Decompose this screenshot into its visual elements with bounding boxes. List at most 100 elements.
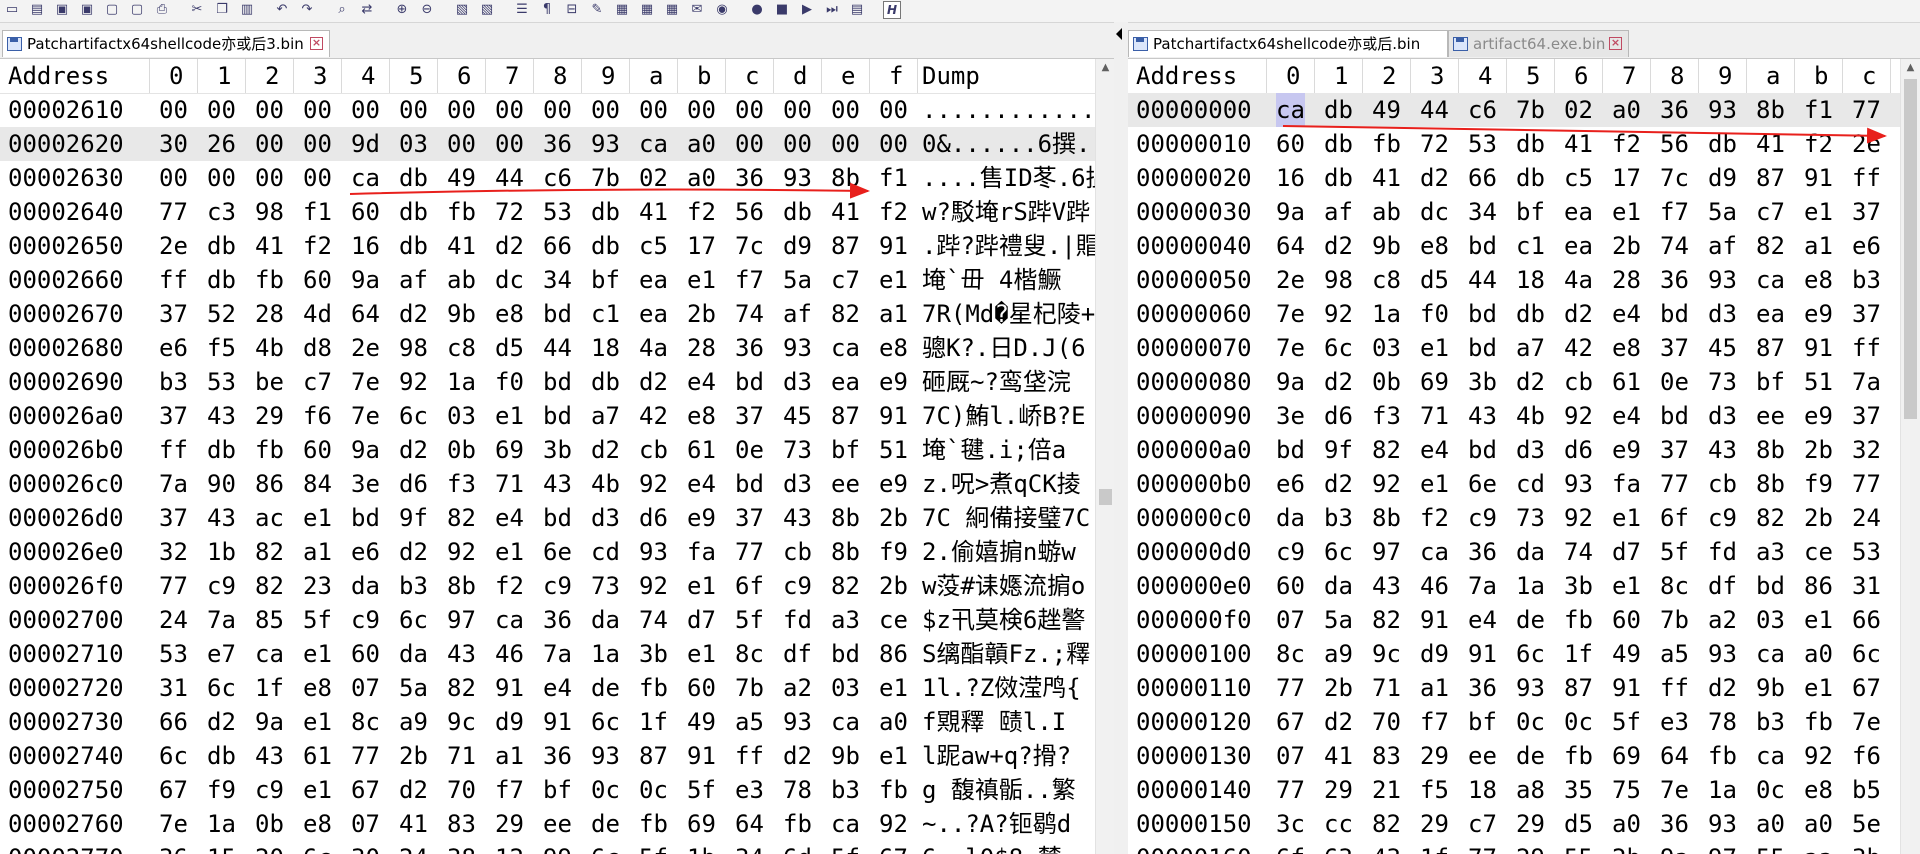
hex-byte[interactable]: 97 bbox=[1708, 841, 1737, 854]
hex-byte[interactable]: 4b bbox=[1516, 399, 1545, 433]
hex-byte[interactable]: 7c bbox=[735, 229, 764, 263]
hex-byte[interactable]: 2b bbox=[1612, 229, 1641, 263]
hex-byte[interactable]: ea bbox=[639, 297, 668, 331]
hex-byte[interactable]: ca bbox=[1756, 739, 1785, 773]
hex-byte[interactable]: e1 bbox=[687, 637, 716, 671]
hex-byte[interactable]: 7b bbox=[735, 671, 764, 705]
hex-byte[interactable]: 97 bbox=[1372, 535, 1401, 569]
hex-row[interactable]: 00002690 b3 53 be c7 7e 92 1a f0 bd db d2 e4 bd d3 ea e9… bbox=[0, 365, 1114, 399]
hex-byte[interactable]: 74 bbox=[1564, 535, 1593, 569]
ascii-dump[interactable]: ....售ID苳.6搵 bbox=[922, 161, 1095, 195]
hex-mode-icon[interactable]: H bbox=[883, 1, 901, 19]
hex-byte[interactable]: 8b bbox=[447, 569, 476, 603]
hex-byte[interactable]: 00 bbox=[159, 93, 188, 127]
hex-byte[interactable]: ee bbox=[831, 467, 860, 501]
export-icon[interactable]: ▦ bbox=[638, 1, 656, 19]
hex-byte[interactable]: a9 bbox=[399, 705, 428, 739]
hex-byte[interactable]: a0 bbox=[1804, 637, 1833, 671]
ascii-dump[interactable]: 1l.?Z傚滢鸤{ bbox=[922, 671, 1095, 705]
hex-byte[interactable]: e1 bbox=[495, 399, 524, 433]
hex-row[interactable]: 00000100 8c a9 9c d9 91 6c 1f 49 a5 93 ca a0 6c bbox=[1128, 637, 1920, 671]
ascii-dump[interactable]: 7C)鮪l.峤B?E bbox=[922, 399, 1095, 433]
hex-byte[interactable]: 18 bbox=[1516, 263, 1545, 297]
hex-byte[interactable]: 16 bbox=[1276, 161, 1305, 195]
hex-byte[interactable]: 93 bbox=[1564, 467, 1593, 501]
paragraph-icon[interactable]: ¶ bbox=[538, 1, 556, 19]
hex-byte[interactable]: be bbox=[255, 365, 284, 399]
hex-byte[interactable]: bd bbox=[1276, 433, 1305, 467]
template-icon[interactable]: ▦ bbox=[613, 1, 631, 19]
hex-byte[interactable]: d2 bbox=[399, 433, 428, 467]
hex-byte[interactable]: e1 bbox=[1804, 671, 1833, 705]
hex-byte[interactable]: a3 bbox=[831, 603, 860, 637]
hex-byte[interactable]: 77 bbox=[1852, 93, 1881, 127]
hex-byte[interactable]: 00 bbox=[735, 127, 764, 161]
hex-byte[interactable]: 00 bbox=[207, 93, 236, 127]
hex-row[interactable]: 00002760 7e 1a 0b e8 07 41 83 29 ee de fb 69 64 fb ca 92… bbox=[0, 807, 1114, 841]
hex-byte[interactable]: 82 bbox=[831, 569, 860, 603]
hex-byte[interactable]: a1 bbox=[879, 297, 908, 331]
hex-byte[interactable]: c6 bbox=[1468, 93, 1497, 127]
hex-byte[interactable]: e1 bbox=[303, 773, 332, 807]
ascii-dump[interactable]: .跸?跸禮叟.|賵 bbox=[922, 229, 1095, 263]
hex-byte[interactable]: ea bbox=[639, 263, 668, 297]
hex-byte[interactable]: 44 bbox=[1420, 93, 1449, 127]
undo-icon[interactable]: ↶ bbox=[273, 1, 291, 19]
hex-byte[interactable]: dc bbox=[1420, 195, 1449, 229]
hex-byte[interactable]: 0c bbox=[591, 773, 620, 807]
hex-byte[interactable]: 31 bbox=[1852, 569, 1881, 603]
hex-byte[interactable]: d2 bbox=[207, 705, 236, 739]
hex-byte[interactable]: 6f bbox=[1660, 501, 1689, 535]
hex-row[interactable]: 00002640 77 c3 98 f1 60 db fb 72 53 db 41 f2 56 db 41 f2… bbox=[0, 195, 1114, 229]
hex-byte[interactable]: 42 bbox=[1564, 331, 1593, 365]
hex-byte[interactable]: 64 bbox=[735, 807, 764, 841]
cut-icon[interactable]: ✂ bbox=[188, 1, 206, 19]
hex-byte[interactable]: ee bbox=[1756, 399, 1785, 433]
ascii-dump[interactable]: 6. l0$8.檒_.4 bbox=[922, 841, 1095, 854]
hex-byte[interactable]: 02 bbox=[1564, 93, 1593, 127]
ascii-dump[interactable]: 2.偷嬉掮n蝣w bbox=[922, 535, 1095, 569]
hex-byte[interactable]: 37 bbox=[159, 297, 188, 331]
hex-byte[interactable]: 77 bbox=[159, 195, 188, 229]
hex-byte[interactable]: f5 bbox=[1420, 773, 1449, 807]
hex-byte[interactable]: de bbox=[1516, 603, 1545, 637]
hex-byte[interactable]: db bbox=[207, 263, 236, 297]
hex-byte[interactable]: f1 bbox=[1804, 93, 1833, 127]
hex-byte[interactable]: db bbox=[591, 195, 620, 229]
hex-byte[interactable]: 0b bbox=[1372, 365, 1401, 399]
hex-byte[interactable]: d3 bbox=[1708, 399, 1737, 433]
hex-byte[interactable]: af bbox=[399, 263, 428, 297]
hex-byte[interactable]: 46 bbox=[1420, 569, 1449, 603]
hex-byte[interactable]: 7e bbox=[1276, 297, 1305, 331]
hex-byte[interactable]: 82 bbox=[255, 535, 284, 569]
hex-byte[interactable]: ea bbox=[831, 365, 860, 399]
hex-byte[interactable]: fb bbox=[255, 433, 284, 467]
hex-byte[interactable]: 6c bbox=[1324, 331, 1353, 365]
hex-byte[interactable]: e8 bbox=[687, 399, 716, 433]
hex-byte[interactable]: f3 bbox=[447, 467, 476, 501]
hex-byte[interactable]: 3c bbox=[1276, 807, 1305, 841]
hex-byte[interactable]: ff bbox=[1660, 671, 1689, 705]
hex-byte[interactable]: 9b bbox=[447, 297, 476, 331]
hex-byte[interactable]: 60 bbox=[687, 671, 716, 705]
hex-byte[interactable]: d2 bbox=[591, 433, 620, 467]
hex-byte[interactable]: 5a bbox=[783, 263, 812, 297]
hex-byte[interactable]: e8 bbox=[879, 331, 908, 365]
hex-byte[interactable]: fd bbox=[783, 603, 812, 637]
hex-row[interactable]: 00002750 67 f9 c9 e1 67 d2 70 f7 bf 0c 0c 5f e3 78 b3 fb… bbox=[0, 773, 1114, 807]
hex-byte[interactable]: 7a bbox=[1852, 365, 1881, 399]
hex-row[interactable]: 000000e0 60 da 43 46 7a 1a 3b e1 8c df bd 86 31 bbox=[1128, 569, 1920, 603]
hex-byte[interactable]: e9 bbox=[879, 365, 908, 399]
hex-byte[interactable]: f1 bbox=[303, 195, 332, 229]
hex-byte[interactable]: bf bbox=[543, 773, 572, 807]
hex-byte[interactable]: 70 bbox=[447, 773, 476, 807]
hex-byte[interactable]: 7e bbox=[351, 365, 380, 399]
hex-byte[interactable]: ca bbox=[639, 127, 668, 161]
save-as-icon[interactable]: ▣ bbox=[78, 1, 96, 19]
hex-byte[interactable]: a0 bbox=[1612, 93, 1641, 127]
hex-byte[interactable]: af bbox=[1324, 195, 1353, 229]
hex-byte[interactable]: 07 bbox=[1276, 603, 1305, 637]
ascii-dump[interactable]: S缡酯贑Fz.;釋 bbox=[922, 637, 1095, 671]
hex-byte[interactable]: db bbox=[1516, 127, 1545, 161]
hex-byte[interactable]: 5f bbox=[639, 841, 668, 854]
